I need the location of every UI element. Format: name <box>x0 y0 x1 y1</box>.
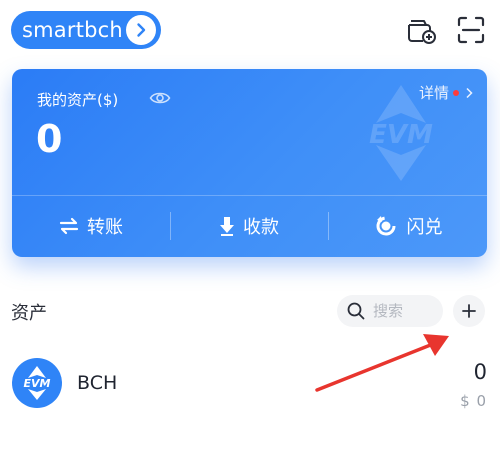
receive-icon <box>220 217 234 236</box>
transfer-label: 转账 <box>87 217 123 238</box>
chevron-right-icon <box>126 15 156 45</box>
token-row[interactable]: EVM BCH 0 $ 0 <box>0 352 500 414</box>
chain-name: smartbch <box>22 18 123 42</box>
notification-dot <box>453 89 459 96</box>
token-fiat-value: $ 0 <box>460 392 487 410</box>
evm-token-icon: EVM <box>24 366 51 400</box>
swap-label: 闪兑 <box>406 217 443 238</box>
assets-section-title: 资产 <box>11 303 47 324</box>
total-balance: 0 <box>36 117 63 161</box>
evm-watermark-icon: EVM <box>369 85 433 181</box>
asset-search-box[interactable] <box>337 295 443 327</box>
plus-icon <box>462 304 476 318</box>
token-amount: 0 <box>473 360 487 384</box>
eye-icon[interactable] <box>149 90 171 106</box>
transfer-button[interactable]: 转账 <box>12 195 170 257</box>
add-token-button[interactable] <box>453 295 485 327</box>
search-icon <box>347 302 365 320</box>
token-symbol: BCH <box>77 372 118 394</box>
search-input[interactable] <box>371 301 435 321</box>
swap-button[interactable]: 闪兑 <box>328 195 487 257</box>
transfer-icon <box>59 217 79 235</box>
add-wallet-icon[interactable] <box>405 14 437 46</box>
token-logo-text: EVM <box>24 377 51 390</box>
scan-icon[interactable] <box>455 14 487 46</box>
chevron-right-small-icon <box>466 87 473 98</box>
my-assets-label: 我的资产($) <box>37 91 119 109</box>
receive-label: 收款 <box>243 217 279 238</box>
token-logo: EVM <box>12 358 62 408</box>
swap-icon <box>376 216 395 236</box>
evm-watermark-text: EVM <box>369 120 433 150</box>
chain-selector-button[interactable]: smartbch <box>11 11 161 49</box>
asset-card: 我的资产($) 0 详情 EVM 转账 收款 闪兑 <box>12 69 487 257</box>
receive-button[interactable]: 收款 <box>170 195 328 257</box>
